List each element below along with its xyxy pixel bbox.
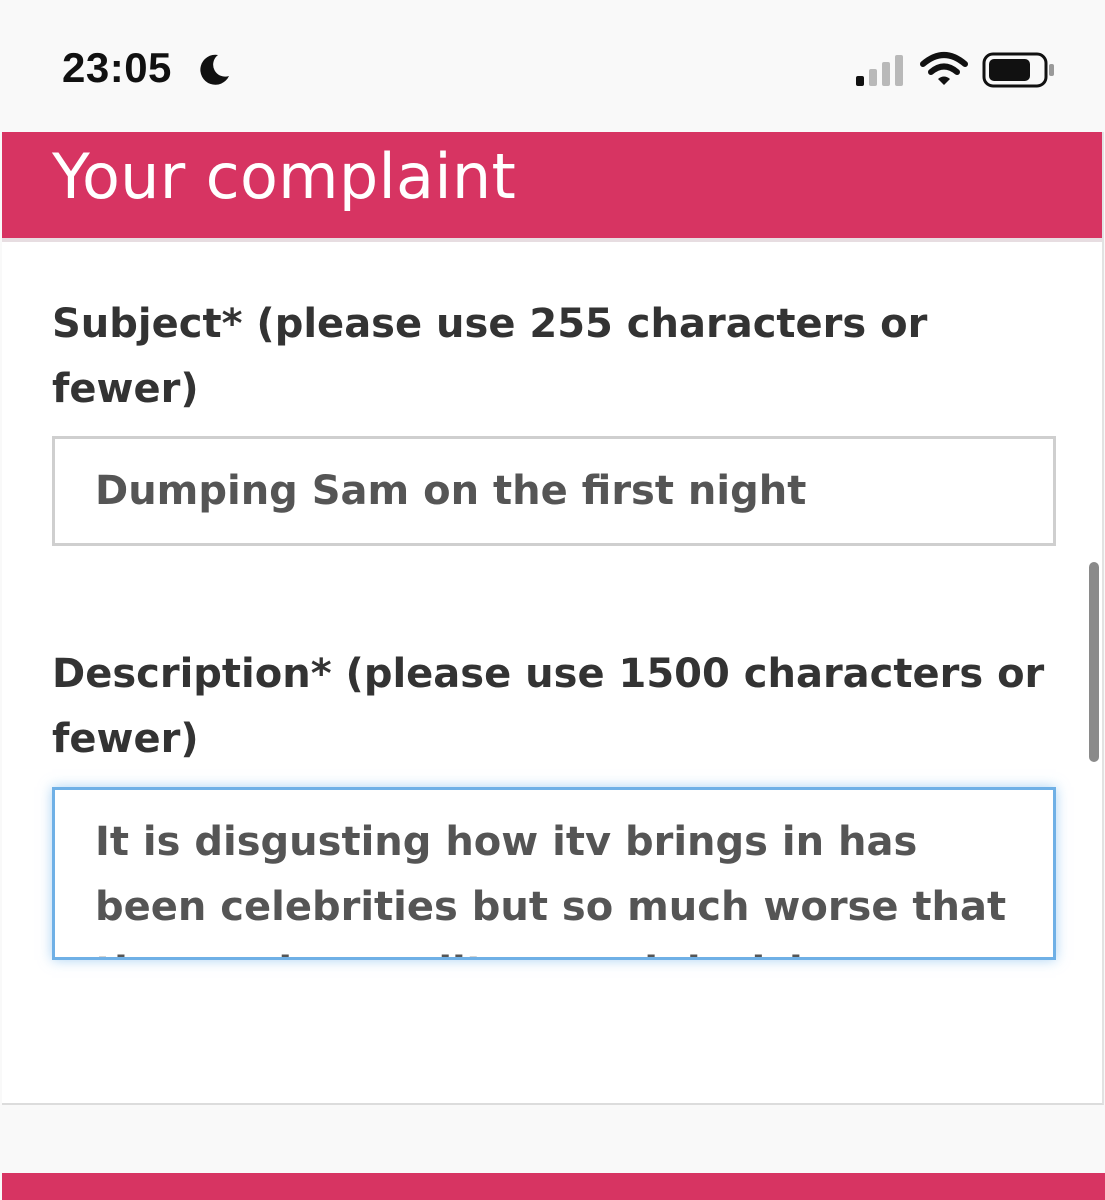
status-bar: 23:05 xyxy=(0,0,1105,132)
form-header: Your complaint xyxy=(2,132,1102,242)
battery-icon xyxy=(982,52,1056,92)
status-time: 23:05 xyxy=(62,44,172,91)
wifi-icon xyxy=(920,50,968,92)
description-label: Description* (please use 1500 characters… xyxy=(52,651,1045,762)
scrollbar[interactable] xyxy=(1089,562,1099,762)
next-section-header xyxy=(2,1173,1105,1200)
description-textarea[interactable]: It is disgusting how itv brings in has b… xyxy=(52,787,1056,960)
form-title: Your complaint xyxy=(52,140,517,213)
moon-icon xyxy=(196,52,232,92)
subject-input[interactable]: Dumping Sam on the first night xyxy=(52,436,1056,546)
signal-icon xyxy=(856,54,908,92)
subject-label: Subject* (please use 255 characters or f… xyxy=(52,301,928,412)
complaint-form-card: Your complaint Subject* (please use 255 … xyxy=(2,132,1104,1105)
